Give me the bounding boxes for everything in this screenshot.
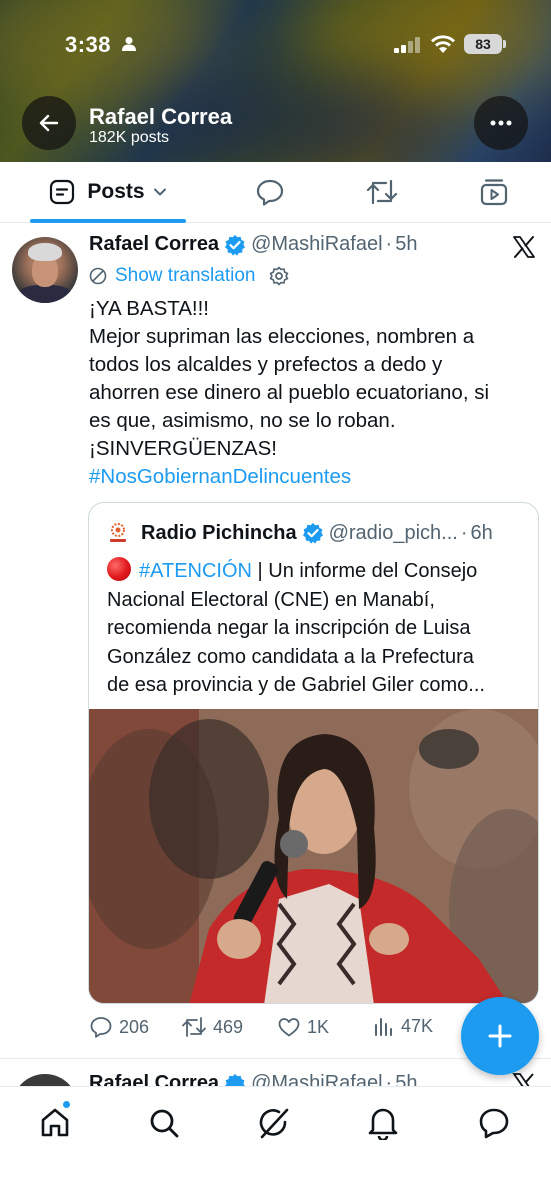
- media-icon: [480, 179, 508, 206]
- x-logo-icon: [513, 236, 535, 258]
- chevron-down-icon: [153, 188, 166, 196]
- translate-icon: [89, 267, 107, 285]
- person-icon: [122, 37, 136, 51]
- verified-badge-icon: [302, 523, 323, 544]
- back-button[interactable]: [22, 96, 76, 150]
- gear-icon[interactable]: [269, 266, 289, 286]
- views-count: 47K: [401, 1015, 434, 1036]
- tweet[interactable]: Rafael Correa @MashiRafael · 5h Show tra…: [0, 223, 551, 1059]
- quoted-separator: ·: [460, 521, 468, 544]
- reposts-icon: [366, 179, 398, 205]
- compose-post-button[interactable]: [461, 997, 539, 1075]
- quoted-tweet[interactable]: Radio Pichincha @radio_pich... · 6h #ATE…: [88, 502, 539, 1004]
- tweet-text-line: Mejor supriman las elecciones, nombren a: [89, 325, 475, 348]
- plus-icon: [488, 1024, 512, 1048]
- tweet-text-line: ¡YA BASTA!!!: [89, 297, 209, 320]
- battery-cap: [503, 40, 506, 48]
- photo-woman-speaking-image: [89, 709, 538, 1003]
- tweet-time: 5h: [395, 233, 418, 255]
- quoted-text: #ATENCIÓN | Un informe del Consejo Nacio…: [107, 557, 527, 700]
- posts-icon: [50, 179, 75, 205]
- replies-icon: [256, 179, 284, 206]
- profile-nav: Rafael Correa 182K posts: [0, 96, 551, 152]
- tab-posts[interactable]: Posts: [30, 162, 186, 222]
- quoted-tweet-header: Radio Pichincha @radio_pich... · 6h: [107, 521, 493, 545]
- heart-icon: [278, 1018, 300, 1037]
- avatar[interactable]: [12, 237, 78, 303]
- nav-notifications[interactable]: [363, 1103, 403, 1143]
- wifi-icon: [431, 35, 455, 53]
- views-chart-icon: [375, 1018, 392, 1036]
- grok-icon: [259, 1108, 289, 1139]
- profile-header: 3:38 83 Rafael Correa 182K posts: [0, 0, 551, 162]
- more-options-button[interactable]: [474, 96, 528, 150]
- repost-button[interactable]: 469: [181, 1015, 243, 1039]
- home-notification-dot: [62, 1100, 71, 1109]
- quoted-handle[interactable]: @radio_pich...: [329, 522, 458, 545]
- battery-indicator: 83: [464, 34, 502, 54]
- quoted-text-line: González como candidata a la Prefectura: [107, 645, 474, 668]
- views-button[interactable]: 47K: [373, 1015, 433, 1037]
- more-horizontal-icon: [490, 120, 512, 126]
- tweet-hashtag-link[interactable]: #NosGobiernanDelincuentes: [89, 463, 539, 491]
- home-icon: [41, 1108, 69, 1137]
- tweet-separator: ·: [385, 233, 393, 255]
- reply-button[interactable]: 206: [89, 1015, 149, 1039]
- profile-tabs: Posts: [0, 162, 551, 223]
- arrow-left-icon: [39, 114, 59, 132]
- tweet-handle[interactable]: @MashiRafael: [251, 233, 382, 256]
- red-circle-emoji-icon: [107, 557, 131, 581]
- posts-count: 182K posts: [89, 129, 170, 146]
- search-icon: [150, 1109, 179, 1138]
- messages-icon: [479, 1108, 509, 1139]
- status-bar: 3:38 83: [0, 26, 551, 66]
- radio-pichincha-logo-icon: [110, 523, 126, 542]
- tweet-text-line: es que, asimismo, no se lo roban.: [89, 409, 396, 432]
- nav-home[interactable]: [35, 1103, 75, 1143]
- tab-reposts[interactable]: [352, 162, 412, 222]
- show-translation-link[interactable]: Show translation: [89, 265, 289, 287]
- tweet-header: Rafael Correa @MashiRafael · 5h: [89, 233, 417, 256]
- quoted-photo[interactable]: [89, 709, 538, 1003]
- reply-icon: [90, 1017, 112, 1038]
- tweet-text-line: todos los alcaldes y prefectos a dedo y: [89, 353, 443, 376]
- tweet-text-line: ahorren ese dinero al pueblo ecuatoriano…: [89, 381, 490, 404]
- quoted-time: 6h: [470, 521, 493, 544]
- tweet-text: ¡YA BASTA!!! Mejor supriman las eleccion…: [89, 295, 539, 491]
- quoted-author[interactable]: Radio Pichincha: [141, 522, 297, 545]
- quoted-text-line: Nacional Electoral (CNE) en Manabí,: [107, 588, 435, 611]
- like-button[interactable]: 1K: [277, 1015, 329, 1039]
- verified-badge-icon: [225, 234, 246, 256]
- nav-messages[interactable]: [474, 1103, 514, 1143]
- quoted-text-line: recomienda negar la inscripción de Luisa: [107, 617, 471, 639]
- tab-replies[interactable]: [240, 162, 300, 222]
- tab-posts-label: Posts: [87, 180, 145, 203]
- status-time: 3:38: [65, 32, 112, 57]
- profile-name: Rafael Correa: [89, 104, 233, 129]
- tab-media[interactable]: [464, 162, 524, 222]
- nav-search[interactable]: [144, 1103, 184, 1143]
- bottom-navigation: [0, 1086, 551, 1200]
- tweet-author[interactable]: Rafael Correa: [89, 233, 219, 256]
- tweet-text-line: ¡SINVERGÜENZAS!: [89, 437, 277, 460]
- like-count: 1K: [307, 1016, 330, 1037]
- quoted-text-line: #ATENCIÓN | Un informe del Consejo: [107, 557, 527, 586]
- show-translation-label[interactable]: Show translation: [115, 265, 255, 287]
- quoted-text-line: de esa provincia y de Gabriel Giler como…: [107, 674, 485, 696]
- reply-count: 206: [119, 1016, 150, 1037]
- quoted-text-first-rest: | Un informe del Consejo: [251, 560, 478, 582]
- repost-count: 469: [213, 1016, 244, 1037]
- cellular-signal-icon: [394, 37, 420, 53]
- bell-icon: [368, 1108, 398, 1140]
- nav-grok[interactable]: [254, 1103, 294, 1143]
- quoted-hashtag-link[interactable]: #ATENCIÓN: [139, 560, 252, 582]
- repost-icon: [182, 1017, 206, 1037]
